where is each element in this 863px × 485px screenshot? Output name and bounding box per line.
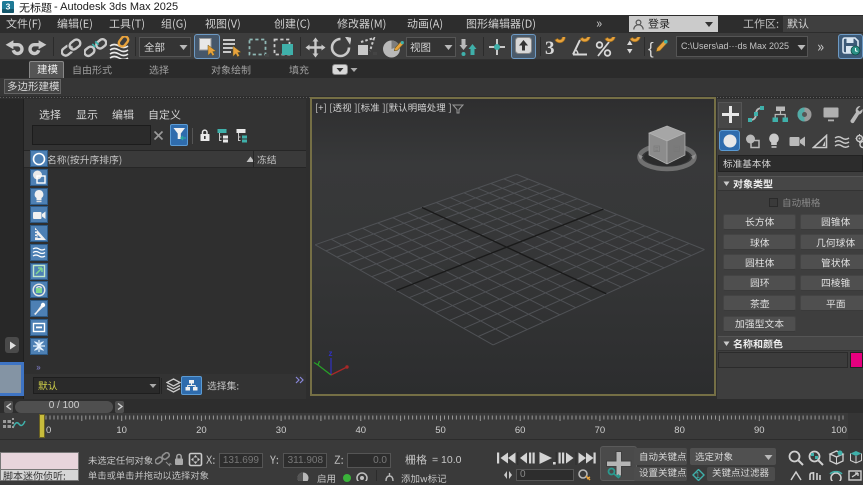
svg-text:3: 3	[6, 2, 11, 12]
svg-text:1: 1	[696, 471, 701, 480]
svg-text:3: 3	[545, 38, 555, 59]
svg-text:{: {	[648, 39, 654, 58]
svg-text:z: z	[329, 349, 333, 358]
